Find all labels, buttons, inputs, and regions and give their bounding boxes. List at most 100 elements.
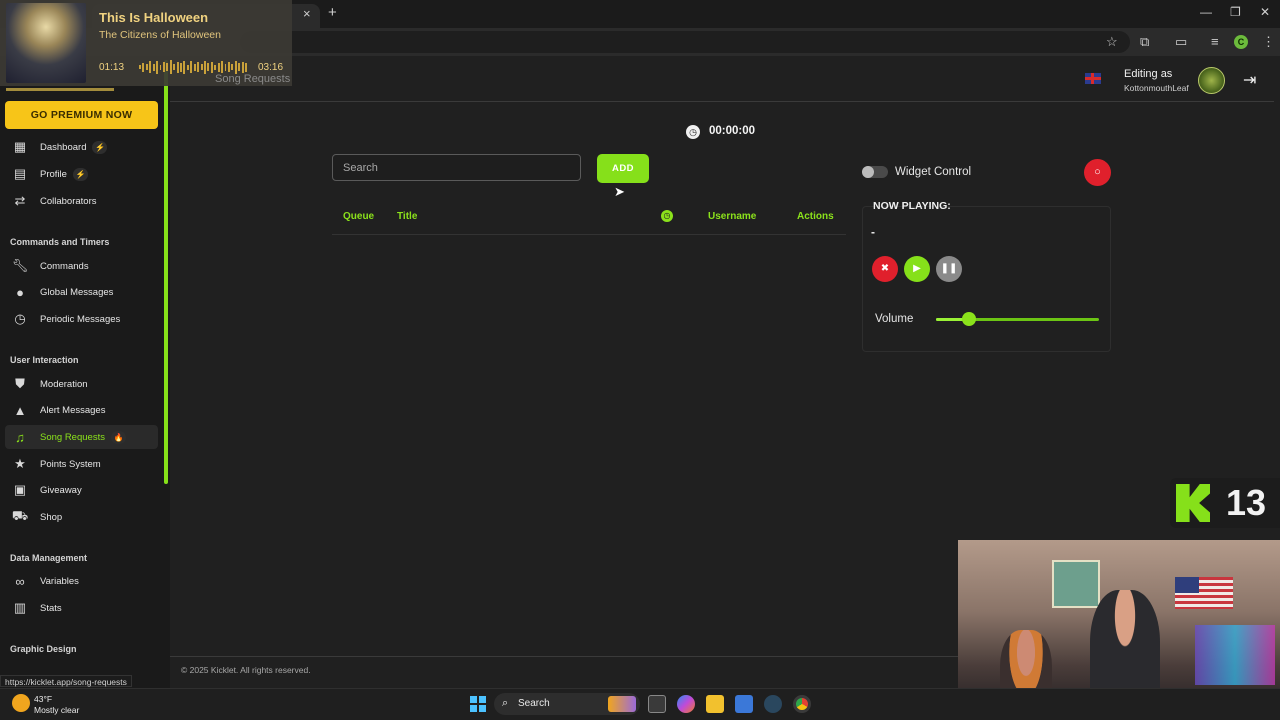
widget-control-toggle[interactable] bbox=[862, 166, 888, 178]
webcam-rgb-lights bbox=[1195, 625, 1275, 685]
extensions-icon[interactable]: ⧉ bbox=[1140, 34, 1149, 50]
sidebar-item-commands[interactable]: 🔧︎ Commands bbox=[5, 254, 158, 278]
wrench-icon: 🔧︎ bbox=[11, 258, 29, 273]
search-highlight-icon[interactable] bbox=[608, 696, 636, 712]
volume-label: Volume bbox=[875, 313, 914, 325]
language-flag-icon[interactable] bbox=[1085, 73, 1101, 84]
link-icon: ∞ bbox=[15, 573, 25, 589]
sidebar-item-alert-messages[interactable]: ▲ Alert Messages bbox=[5, 398, 158, 422]
windows-taskbar bbox=[0, 688, 1280, 720]
tab-close-icon[interactable]: × bbox=[303, 6, 311, 21]
section-heading-graphic-design: Graphic Design bbox=[10, 644, 77, 654]
lightning-badge-icon: ⚡ bbox=[72, 167, 88, 181]
sidebar-item-song-requests[interactable]: ♫ Song Requests 🔥 bbox=[5, 425, 158, 449]
close-circle-icon: ✖ bbox=[880, 263, 890, 274]
sidebar-item-variables[interactable]: ∞ Variables bbox=[5, 569, 158, 593]
steam-icon[interactable] bbox=[764, 695, 782, 713]
sidebar-item-label: Variables bbox=[40, 575, 79, 587]
browser-profile-avatar[interactable]: C bbox=[1234, 35, 1248, 49]
profile-icon: ▤ bbox=[13, 166, 27, 181]
breadcrumb: Song Requests bbox=[215, 73, 291, 85]
sidebar-item-collaborators[interactable]: ⇄ Collaborators bbox=[5, 189, 158, 213]
sidebar-item-label: Profile bbox=[40, 168, 67, 180]
pause-icon: ❚❚ bbox=[940, 263, 958, 274]
sidebar-item-label: Moderation bbox=[40, 378, 88, 390]
now-playing-label: NOW PLAYING: bbox=[873, 200, 951, 212]
section-heading-user-interaction: User Interaction bbox=[10, 355, 79, 365]
music-note-icon: ♫ bbox=[15, 429, 25, 445]
section-heading-commands: Commands and Timers bbox=[10, 237, 110, 247]
add-button[interactable]: ADD bbox=[597, 154, 649, 183]
clock-icon: ◷ bbox=[14, 311, 26, 326]
weather-description[interactable]: Mostly clear bbox=[34, 705, 79, 715]
webcam-wall-map bbox=[1052, 560, 1100, 608]
sidebar-item-stats[interactable]: ▥ Stats bbox=[5, 596, 158, 620]
play-next-icon: ▶︎ bbox=[913, 263, 921, 274]
record-button[interactable]: ○ bbox=[1084, 159, 1111, 186]
sidebar-item-shop[interactable]: ⛟ Shop bbox=[5, 505, 158, 529]
sidebar-scrollbar[interactable] bbox=[164, 60, 168, 484]
sidebar-item-moderation[interactable]: ⛊ Moderation bbox=[5, 372, 158, 396]
bookmark-star-icon[interactable]: ☆ bbox=[1106, 34, 1118, 50]
task-view-icon[interactable] bbox=[648, 695, 666, 713]
warning-icon: ▲ bbox=[13, 402, 27, 418]
editing-username: KottonmouthLeaf bbox=[1124, 83, 1189, 93]
kick-number: 13 bbox=[1226, 482, 1267, 523]
copilot-icon[interactable] bbox=[677, 695, 695, 713]
minimize-icon[interactable]: — bbox=[1200, 5, 1212, 19]
microsoft-store-icon[interactable] bbox=[735, 695, 753, 713]
timer-clock-icon: ◷ bbox=[686, 125, 700, 139]
column-header-username[interactable]: Username bbox=[708, 211, 756, 222]
star-icon: ★ bbox=[14, 456, 26, 471]
sidebar-item-points-system[interactable]: ★ Points System bbox=[5, 452, 158, 476]
sidebar-item-label: Alert Messages bbox=[40, 404, 106, 416]
windows-start-icon[interactable] bbox=[470, 696, 486, 712]
sidebar-item-label: Periodic Messages bbox=[40, 313, 121, 325]
media-control-icon[interactable]: ≡ bbox=[1211, 34, 1219, 49]
column-header-title[interactable]: Title bbox=[397, 211, 417, 222]
skip-remove-button[interactable]: ✖ bbox=[872, 256, 898, 282]
album-art bbox=[6, 3, 86, 83]
pause-button[interactable]: ❚❚ bbox=[936, 256, 962, 282]
sidebar-item-label: Commands bbox=[40, 260, 89, 272]
sidebar-item-dashboard[interactable]: ▦ Dashboard ⚡ bbox=[5, 135, 158, 159]
column-header-actions[interactable]: Actions bbox=[797, 211, 834, 222]
waveform-visualizer bbox=[139, 60, 247, 74]
cart-icon: ⛟ bbox=[11, 508, 29, 523]
search-input[interactable] bbox=[332, 154, 581, 181]
status-bar-url: https://kicklet.app/song-requests bbox=[0, 675, 132, 687]
new-tab-icon[interactable]: + bbox=[328, 4, 337, 21]
sidebar-item-label: Song Requests bbox=[40, 431, 105, 443]
column-header-duration-clock-icon[interactable]: ◷ bbox=[661, 210, 673, 222]
browser-menu-icon[interactable]: ⋮ bbox=[1262, 34, 1275, 50]
webcam-wall-flag bbox=[1175, 577, 1233, 609]
play-next-button[interactable]: ▶︎ bbox=[904, 256, 930, 282]
sidebar-item-periodic-messages[interactable]: ◷ Periodic Messages bbox=[5, 307, 158, 331]
media-current-time: 01:13 bbox=[99, 62, 125, 73]
volume-slider-thumb[interactable] bbox=[962, 312, 976, 326]
weather-temperature[interactable]: 43°F bbox=[34, 694, 52, 704]
go-premium-button[interactable]: GO PREMIUM NOW bbox=[5, 101, 158, 129]
dashboard-icon: ▦ bbox=[13, 139, 27, 154]
sidebar-item-global-messages[interactable]: ● Global Messages bbox=[5, 280, 158, 304]
window-close-icon[interactable]: ✕ bbox=[1260, 5, 1270, 19]
chrome-icon[interactable] bbox=[793, 695, 811, 713]
media-progress-bar bbox=[6, 88, 114, 91]
restore-icon[interactable]: ❐ bbox=[1230, 5, 1241, 19]
column-header-queue[interactable]: Queue bbox=[343, 211, 374, 222]
cast-icon[interactable]: ▭ bbox=[1175, 34, 1187, 50]
header-divider bbox=[170, 101, 1274, 102]
sidebar-item-profile[interactable]: ▤ Profile ⚡ bbox=[5, 162, 158, 186]
avatar[interactable] bbox=[1198, 67, 1225, 94]
toggle-knob bbox=[862, 166, 874, 178]
sidebar-item-giveaway[interactable]: ▣ Giveaway bbox=[5, 478, 158, 502]
fire-badge-icon: 🔥 bbox=[110, 430, 126, 444]
queue-timer: 00:00:00 bbox=[709, 125, 756, 137]
media-title: This Is Halloween bbox=[99, 10, 209, 25]
chat-bubble-icon: ● bbox=[16, 284, 24, 300]
file-explorer-icon[interactable] bbox=[706, 695, 724, 713]
weather-icon[interactable] bbox=[12, 694, 30, 712]
address-bar[interactable] bbox=[240, 31, 1130, 53]
logout-icon[interactable]: ⇥ bbox=[1243, 70, 1256, 90]
widget-control-label: Widget Control bbox=[895, 166, 972, 178]
